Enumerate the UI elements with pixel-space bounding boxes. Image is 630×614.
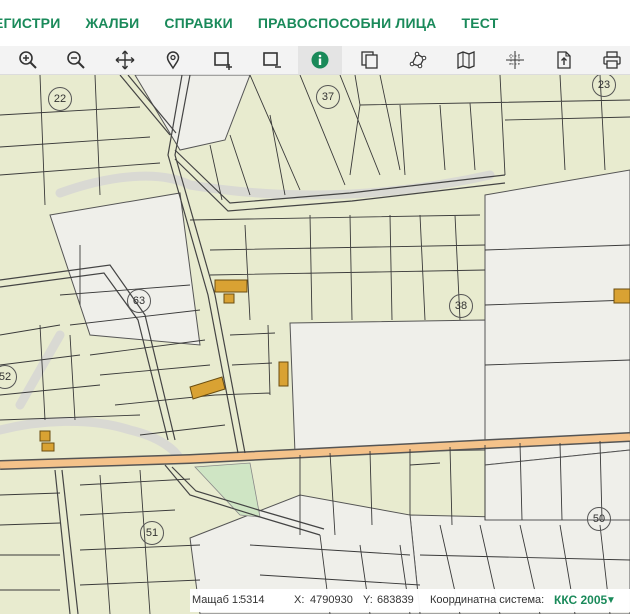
print-icon <box>603 51 621 69</box>
parcel-number: 37 <box>316 85 340 109</box>
green-area <box>194 462 261 518</box>
base-map-button[interactable] <box>444 46 488 74</box>
scale-label: Мащаб 1: <box>192 594 242 606</box>
measure-button[interactable] <box>396 46 440 74</box>
location-pin-icon <box>166 51 180 70</box>
crs-select[interactable]: ККС 2005 <box>554 593 607 607</box>
main-menu: ЕГИСТРИ ЖАЛБИ СПРАВКИ ПРАВОСПОСОБНИ ЛИЦА… <box>0 0 630 46</box>
export-icon <box>557 51 571 69</box>
map-icon <box>457 51 475 69</box>
y-coordinate: 683839 <box>377 594 414 606</box>
x-label: X: <box>294 594 305 606</box>
document-layers-icon <box>361 51 378 69</box>
parcel-number: 22 <box>48 87 72 111</box>
parcel-number: 63 <box>127 289 151 313</box>
map-toolbar <box>0 46 630 75</box>
select-remove-button[interactable] <box>250 46 294 74</box>
location-button[interactable] <box>151 46 195 74</box>
parcel-number: 51 <box>140 521 164 545</box>
crs-label: Координатна система: <box>430 594 545 606</box>
select-add-button[interactable] <box>201 46 245 74</box>
layers-button[interactable] <box>348 46 392 74</box>
zoom-in-icon <box>19 51 37 69</box>
map-status-bar: Мащаб 1: 5314 X: 4790930 Y: 683839 Коорд… <box>190 589 630 612</box>
zoom-out-icon <box>67 51 85 69</box>
print-button[interactable] <box>590 46 630 74</box>
x-coordinate: 4790930 <box>310 594 353 606</box>
coordinates-button[interactable] <box>493 46 537 74</box>
export-button[interactable] <box>542 46 586 74</box>
zoom-in-button[interactable] <box>6 46 50 74</box>
select-rectangle-remove-icon <box>263 52 281 68</box>
crs-dropdown-icon[interactable]: ▼ <box>606 595 616 606</box>
measure-polygon-icon <box>409 51 427 69</box>
parcel-number: 38 <box>449 294 473 318</box>
info-icon <box>311 51 329 69</box>
menu-item-test[interactable]: ТЕСТ <box>461 15 498 31</box>
info-button[interactable] <box>298 46 342 74</box>
menu-item-licensed-persons[interactable]: ПРАВОСПОСОБНИ ЛИЦА <box>258 15 437 31</box>
cadastral-map <box>0 75 630 614</box>
parcel-number: 50 <box>587 507 611 531</box>
coordinates-icon <box>506 51 524 69</box>
zoom-out-button[interactable] <box>54 46 98 74</box>
menu-item-complaints[interactable]: ЖАЛБИ <box>85 15 139 31</box>
menu-item-registers[interactable]: ЕГИСТРИ <box>0 15 60 31</box>
scale-value: 5314 <box>240 594 265 606</box>
pan-button[interactable] <box>103 46 147 74</box>
pan-icon <box>115 50 135 70</box>
select-rectangle-add-icon <box>214 52 232 70</box>
unfenced-parcels <box>49 75 630 614</box>
y-label: Y: <box>363 594 373 606</box>
map-canvas[interactable]: 22 37 23 63 38 52 51 50 <box>0 75 630 614</box>
menu-item-references[interactable]: СПРАВКИ <box>164 15 233 31</box>
